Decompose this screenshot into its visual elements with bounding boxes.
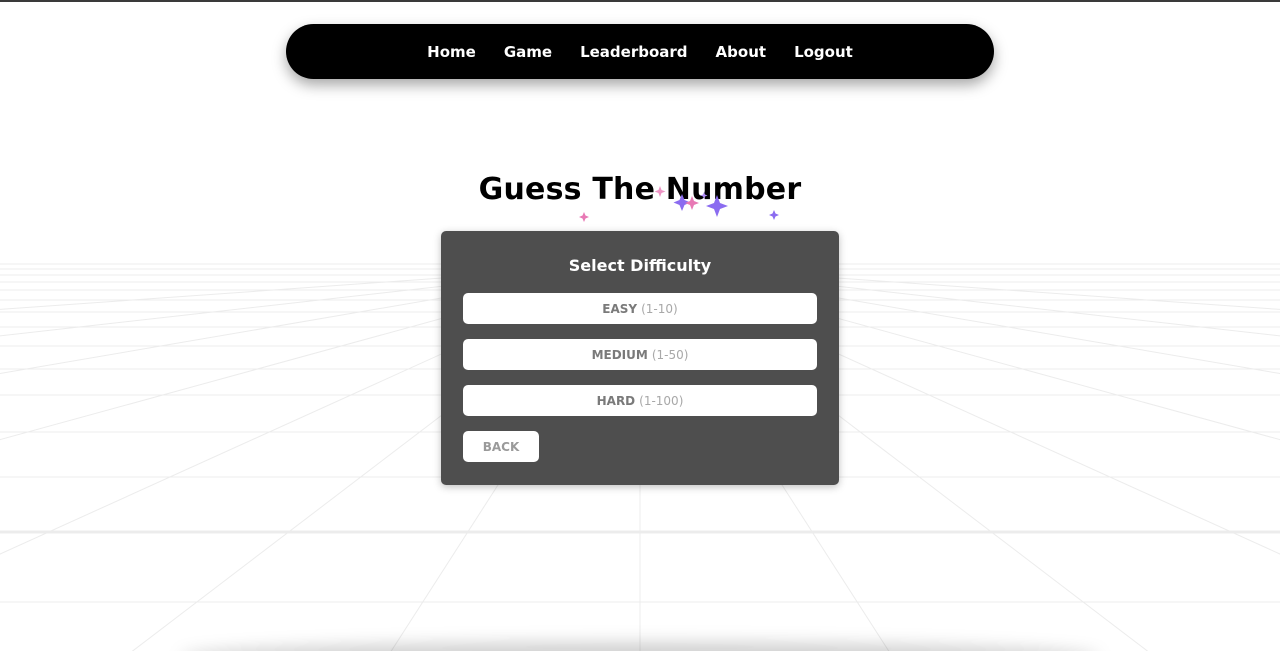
- difficulty-range: (1-100): [639, 393, 684, 408]
- page: Home Game Leaderboard About Logout Guess…: [0, 0, 1280, 651]
- card-heading: Select Difficulty: [568, 256, 712, 275]
- page-title: Guess The Number: [478, 172, 802, 207]
- difficulty-name: EASY: [602, 301, 638, 316]
- nav-item-home[interactable]: Home: [427, 43, 476, 61]
- nav-item-about[interactable]: About: [716, 43, 767, 61]
- nav-item-logout[interactable]: Logout: [794, 43, 853, 61]
- easy-difficulty-button[interactable]: EASY (1-10): [463, 293, 817, 324]
- nav-item-leaderboard[interactable]: Leaderboard: [580, 43, 687, 61]
- difficulty-range: (1-50): [651, 347, 689, 362]
- medium-difficulty-button[interactable]: MEDIUM (1-50): [463, 339, 817, 370]
- difficulty-card: Select Difficulty EASY (1-10) MEDIUM (1-…: [441, 231, 839, 485]
- back-button[interactable]: BACK: [463, 431, 539, 462]
- difficulty-range: (1-10): [641, 301, 678, 316]
- hard-difficulty-button[interactable]: HARD (1-100): [463, 385, 817, 416]
- top-navigation-bar: Home Game Leaderboard About Logout: [286, 24, 994, 79]
- difficulty-name: HARD: [596, 393, 636, 408]
- nav-item-game[interactable]: Game: [504, 43, 552, 61]
- difficulty-name: MEDIUM: [591, 347, 648, 362]
